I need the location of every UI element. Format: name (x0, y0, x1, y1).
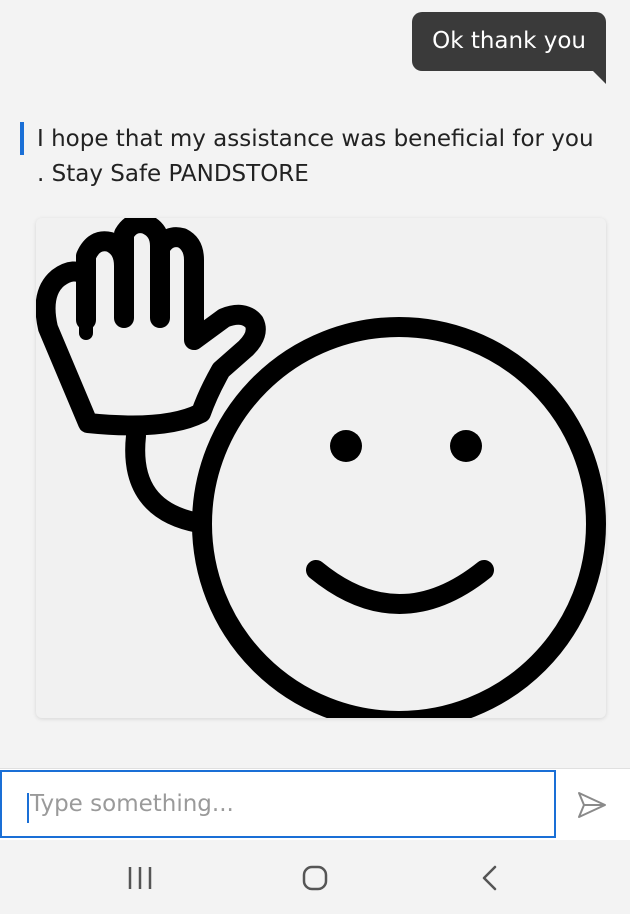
waving-smiley-icon (36, 218, 606, 718)
user-message-text: Ok thank you (432, 28, 586, 54)
left-eye (330, 430, 362, 462)
right-eye (450, 430, 482, 462)
home-button[interactable] (285, 858, 345, 898)
text-caret (27, 793, 29, 823)
message-composer (0, 768, 630, 841)
recents-icon (128, 867, 152, 889)
bot-image-card (36, 218, 606, 718)
chat-screen: Ok thank you I hope that my assistance w… (0, 0, 630, 914)
message-input[interactable] (0, 770, 556, 838)
user-message-bubble: Ok thank you (412, 12, 606, 71)
home-icon (302, 865, 328, 891)
send-button[interactable] (566, 781, 618, 829)
bot-message: I hope that my assistance was beneficial… (20, 122, 600, 192)
send-icon (578, 792, 606, 818)
back-button[interactable] (460, 858, 520, 898)
user-bubble-tail (592, 70, 606, 84)
system-navigation-bar (0, 840, 630, 914)
bot-message-text: I hope that my assistance was beneficial… (37, 126, 594, 187)
recents-button[interactable] (110, 858, 170, 898)
bot-message-accent-bar (20, 122, 24, 155)
back-icon (482, 865, 497, 891)
